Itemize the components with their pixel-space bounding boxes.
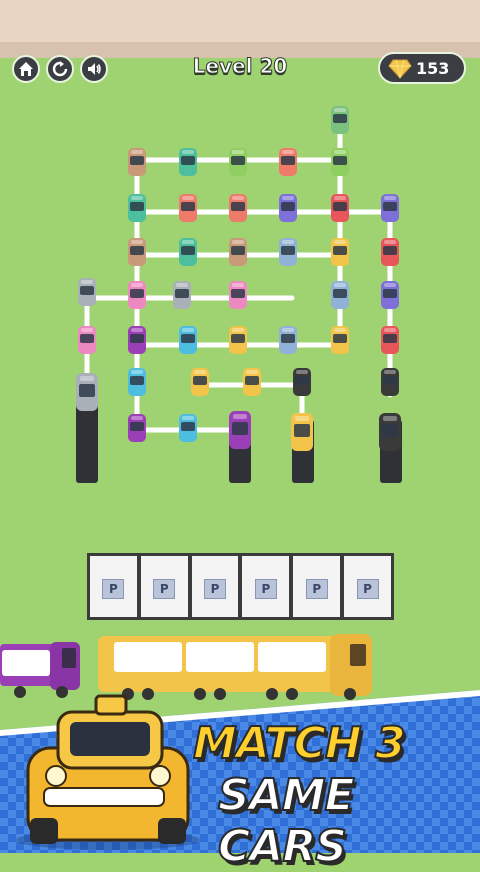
car[interactable] bbox=[128, 148, 146, 176]
car[interactable] bbox=[381, 194, 399, 222]
car[interactable] bbox=[243, 368, 261, 396]
car[interactable] bbox=[279, 148, 297, 176]
car[interactable] bbox=[179, 326, 197, 354]
car[interactable] bbox=[331, 194, 349, 222]
car[interactable] bbox=[293, 368, 311, 396]
car[interactable] bbox=[128, 238, 146, 266]
car[interactable] bbox=[229, 411, 251, 449]
car[interactable] bbox=[78, 326, 96, 354]
car[interactable] bbox=[331, 326, 349, 354]
car[interactable] bbox=[379, 413, 401, 451]
car[interactable] bbox=[229, 194, 247, 222]
parking-slot: P bbox=[344, 556, 391, 617]
car[interactable] bbox=[279, 326, 297, 354]
car[interactable] bbox=[381, 238, 399, 266]
car[interactable] bbox=[279, 194, 297, 222]
car[interactable] bbox=[191, 368, 209, 396]
parking-sign-icon: P bbox=[254, 579, 277, 599]
car[interactable] bbox=[179, 148, 197, 176]
parking-slot: P bbox=[293, 556, 341, 617]
car[interactable] bbox=[128, 194, 146, 222]
parking-sign-icon: P bbox=[204, 579, 227, 599]
car[interactable] bbox=[381, 326, 399, 354]
car[interactable] bbox=[128, 281, 146, 309]
car[interactable] bbox=[179, 238, 197, 266]
parking-slot: P bbox=[140, 556, 188, 617]
car[interactable] bbox=[229, 148, 247, 176]
car[interactable] bbox=[381, 281, 399, 309]
parking-slots: P P P P P P bbox=[87, 553, 394, 620]
promo-title-line1: MATCH 3 bbox=[192, 717, 407, 770]
car[interactable] bbox=[229, 238, 247, 266]
car[interactable] bbox=[229, 326, 247, 354]
car[interactable] bbox=[179, 194, 197, 222]
car[interactable] bbox=[331, 148, 349, 176]
car[interactable] bbox=[179, 414, 197, 442]
parking-sign-icon: P bbox=[153, 579, 176, 599]
car[interactable] bbox=[381, 368, 399, 396]
car[interactable] bbox=[128, 326, 146, 354]
parking-sign-icon: P bbox=[356, 579, 379, 599]
car[interactable] bbox=[331, 238, 349, 266]
parking-slot: P bbox=[191, 556, 239, 617]
car[interactable] bbox=[173, 281, 191, 309]
car[interactable] bbox=[128, 414, 146, 442]
parking-sign-icon: P bbox=[305, 579, 328, 599]
car[interactable] bbox=[331, 106, 349, 134]
car-grid[interactable] bbox=[76, 106, 401, 451]
car[interactable] bbox=[128, 368, 146, 396]
parking-slot: P bbox=[242, 556, 290, 617]
car[interactable] bbox=[78, 278, 96, 306]
car[interactable] bbox=[76, 373, 98, 411]
car[interactable] bbox=[279, 238, 297, 266]
car[interactable] bbox=[291, 413, 313, 451]
car[interactable] bbox=[229, 281, 247, 309]
parking-sign-icon: P bbox=[102, 579, 125, 599]
promo-title-line2: SAME CARS bbox=[217, 769, 356, 872]
parking-slot: P bbox=[90, 556, 137, 617]
car[interactable] bbox=[331, 281, 349, 309]
